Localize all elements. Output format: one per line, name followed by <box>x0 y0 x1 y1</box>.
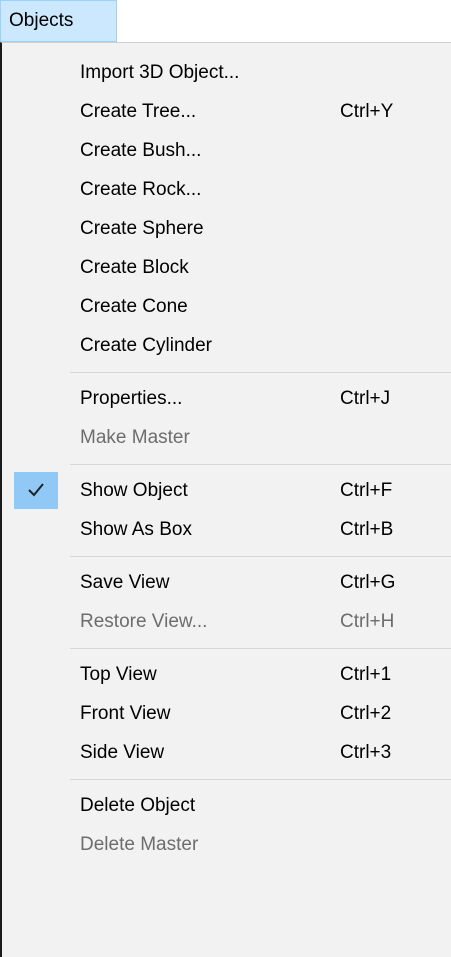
menu-item-label: Front View <box>80 703 171 724</box>
menu-objects[interactable]: Objects <box>0 0 117 42</box>
menu-item-label: Create Block <box>80 257 189 278</box>
menu-item-properties[interactable]: Properties... Ctrl+J <box>2 379 451 418</box>
menu-item-side-view[interactable]: Side View Ctrl+3 <box>2 733 451 772</box>
menu-item-shortcut: Ctrl+2 <box>340 703 392 724</box>
menu-item-create-sphere[interactable]: Create Sphere <box>2 209 451 248</box>
menu-item-delete-master: Delete Master <box>2 825 451 864</box>
menu-item-create-rock[interactable]: Create Rock... <box>2 170 451 209</box>
menu-item-save-view[interactable]: Save View Ctrl+G <box>2 563 451 602</box>
menu-item-label: Create Tree... <box>80 101 197 122</box>
checkmark-highlight <box>14 472 58 509</box>
menu-item-label: Save View <box>80 572 170 593</box>
menu-separator <box>70 556 451 557</box>
menu-separator <box>70 648 451 649</box>
menu-item-label: Properties... <box>80 388 183 409</box>
menu-item-create-cone[interactable]: Create Cone <box>2 287 451 326</box>
menu-item-label: Delete Object <box>80 795 196 816</box>
menu-item-label: Top View <box>80 664 157 685</box>
menu-item-delete-object[interactable]: Delete Object <box>2 786 451 825</box>
menu-item-front-view[interactable]: Front View Ctrl+2 <box>2 694 451 733</box>
menu-item-label: Create Rock... <box>80 179 202 200</box>
menu-item-top-view[interactable]: Top View Ctrl+1 <box>2 655 451 694</box>
menu-item-shortcut: Ctrl+G <box>340 572 396 593</box>
menu-item-shortcut: Ctrl+F <box>340 480 393 501</box>
checkmark-icon <box>28 483 44 497</box>
menu-item-label: Restore View... <box>80 611 208 632</box>
menu-item-label: Create Cylinder <box>80 335 212 356</box>
menu-item-shortcut: Ctrl+H <box>340 611 395 632</box>
menu-item-create-bush[interactable]: Create Bush... <box>2 131 451 170</box>
menu-separator <box>70 779 451 780</box>
menu-item-shortcut: Ctrl+J <box>340 388 391 409</box>
menu-item-label: Show As Box <box>80 519 192 540</box>
menu-item-import-3d-object[interactable]: Import 3D Object... <box>2 53 451 92</box>
menu-item-label: Create Bush... <box>80 140 202 161</box>
menu-separator <box>70 464 451 465</box>
menu-item-shortcut: Ctrl+B <box>340 519 394 540</box>
menu-item-label: Create Sphere <box>80 218 204 239</box>
menu-item-create-block[interactable]: Create Block <box>2 248 451 287</box>
menu-item-label: Import 3D Object... <box>80 62 240 83</box>
menu-item-label: Delete Master <box>80 834 199 855</box>
menu-separator <box>70 372 451 373</box>
menu-item-label: Show Object <box>80 480 188 501</box>
menu-item-show-object[interactable]: Show Object Ctrl+F <box>2 471 451 510</box>
menu-item-shortcut: Ctrl+Y <box>340 101 394 122</box>
menu-item-create-cylinder[interactable]: Create Cylinder <box>2 326 451 365</box>
menu-item-make-master: Make Master <box>2 418 451 457</box>
menu-item-label: Create Cone <box>80 296 188 317</box>
menu-item-create-tree[interactable]: Create Tree... Ctrl+Y <box>2 92 451 131</box>
menu-item-show-as-box[interactable]: Show As Box Ctrl+B <box>2 510 451 549</box>
menubar: Objects <box>0 0 451 43</box>
objects-dropdown-menu: Import 3D Object... Create Tree... Ctrl+… <box>0 42 451 957</box>
menu-item-label: Make Master <box>80 427 190 448</box>
menu-item-shortcut: Ctrl+1 <box>340 664 392 685</box>
menu-item-shortcut: Ctrl+3 <box>340 742 392 763</box>
menu-item-label: Side View <box>80 742 165 763</box>
menu-item-restore-view: Restore View... Ctrl+H <box>2 602 451 641</box>
